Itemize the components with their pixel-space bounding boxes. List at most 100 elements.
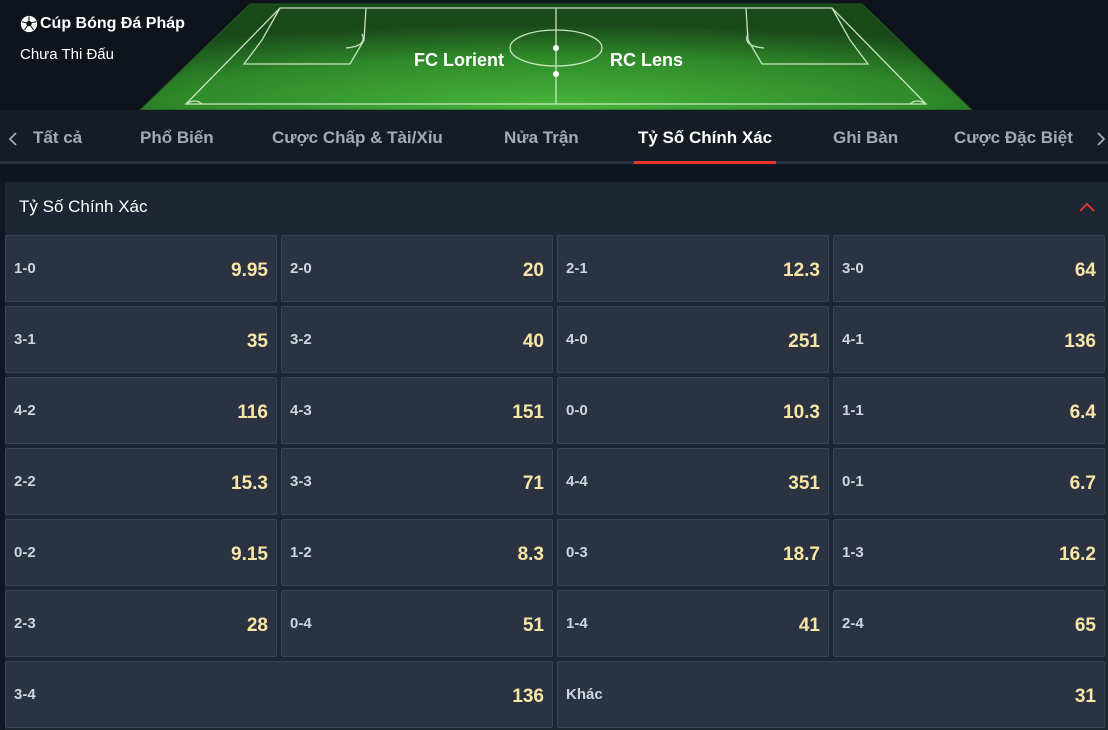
chevron-right-icon[interactable] (1094, 130, 1108, 148)
score-label: 4-1 (842, 331, 864, 348)
chevron-up-icon[interactable] (1078, 200, 1096, 214)
market-tabs: Tất cả Phổ Biến Cược Chấp & Tài/Xỉu Nửa … (0, 110, 1108, 164)
odds-cell[interactable]: 0-0 10.3 (557, 377, 829, 444)
odds-value: 15.3 (231, 473, 268, 494)
score-label: 2-1 (566, 260, 588, 277)
odds-cell[interactable]: 3-3 71 (281, 448, 553, 515)
soccer-ball-icon (20, 15, 38, 33)
score-label: 4-4 (566, 473, 588, 490)
odds-cell[interactable]: 1-1 6.4 (833, 377, 1105, 444)
score-label: 1-0 (14, 260, 36, 277)
section-title: Tỷ Số Chính Xác (19, 197, 148, 216)
score-label: 0-0 (566, 402, 588, 419)
odds-cell[interactable]: 3-0 64 (833, 235, 1105, 302)
odds-value: 136 (512, 686, 544, 707)
match-status: Chưa Thi Đấu (20, 46, 114, 63)
odds-cell[interactable]: 1-0 9.95 (5, 235, 277, 302)
odds-value: 31 (1074, 686, 1096, 707)
odds-value: 51 (522, 615, 544, 636)
score-label: 1-2 (290, 544, 312, 561)
tab-all[interactable]: Tất cả (33, 128, 82, 148)
odds-value: 41 (798, 615, 820, 636)
score-label: 0-2 (14, 544, 36, 561)
odds-value: 64 (1074, 260, 1096, 281)
score-label: 0-3 (566, 544, 588, 561)
home-team: FC Lorient (414, 50, 504, 70)
tab-handicap-overunder[interactable]: Cược Chấp & Tài/Xỉu (272, 128, 443, 148)
odds-grid: 1-0 9.95 2-0 20 2-1 12.3 3-0 64 3-1 35 3-2 40 4-0 251… (5, 235, 1108, 728)
odds-value: 65 (1074, 615, 1096, 636)
odds-cell[interactable]: Khác 31 (557, 661, 1105, 728)
tab-popular[interactable]: Phổ Biến (140, 128, 214, 148)
odds-cell[interactable]: 4-1 136 (833, 306, 1105, 373)
odds-value: 351 (788, 473, 820, 494)
score-label: 0-4 (290, 615, 312, 632)
odds-value: 12.3 (783, 260, 820, 281)
odds-value: 18.7 (783, 544, 820, 565)
score-label: 1-4 (566, 615, 588, 632)
odds-value: 251 (788, 331, 820, 352)
tab-special-bets[interactable]: Cược Đặc Biệt (954, 128, 1073, 148)
odds-cell[interactable]: 1-2 8.3 (281, 519, 553, 586)
odds-cell[interactable]: 2-1 12.3 (557, 235, 829, 302)
odds-value: 8.3 (517, 544, 544, 565)
odds-value: 151 (512, 402, 544, 423)
score-label: 2-3 (14, 615, 36, 632)
odds-value: 9.15 (231, 544, 268, 565)
odds-cell[interactable]: 0-2 9.15 (5, 519, 277, 586)
odds-cell[interactable]: 2-2 15.3 (5, 448, 277, 515)
odds-cell[interactable]: 4-3 151 (281, 377, 553, 444)
score-label: 3-1 (14, 331, 36, 348)
odds-cell[interactable]: 1-3 16.2 (833, 519, 1105, 586)
odds-value: 116 (237, 402, 268, 423)
odds-value: 16.2 (1059, 544, 1096, 565)
odds-cell[interactable]: 4-0 251 (557, 306, 829, 373)
odds-value: 71 (522, 473, 544, 494)
chevron-left-icon[interactable] (6, 130, 20, 148)
score-label: 3-4 (14, 686, 36, 703)
score-label: 0-1 (842, 473, 864, 490)
odds-cell[interactable]: 2-3 28 (5, 590, 277, 657)
score-label: 4-3 (290, 402, 312, 419)
match-header: Cúp Bóng Đá Pháp Chưa Thi Đấu FC Lorient… (0, 0, 1108, 110)
score-label: 2-0 (290, 260, 312, 277)
score-label: Khác (566, 686, 603, 703)
odds-cell[interactable]: 4-4 351 (557, 448, 829, 515)
odds-cell[interactable]: 0-4 51 (281, 590, 553, 657)
score-label: 3-2 (290, 331, 312, 348)
odds-value: 9.95 (231, 260, 268, 281)
score-label: 1-3 (842, 544, 864, 561)
odds-cell[interactable]: 3-4 136 (5, 661, 553, 728)
score-label: 2-2 (14, 473, 36, 490)
odds-cell[interactable]: 3-2 40 (281, 306, 553, 373)
score-label: 4-2 (14, 402, 36, 419)
odds-cell[interactable]: 1-4 41 (557, 590, 829, 657)
odds-value: 40 (522, 331, 544, 352)
score-label: 2-4 (842, 615, 864, 632)
score-label: 4-0 (566, 331, 588, 348)
odds-value: 6.7 (1069, 473, 1096, 494)
section-header[interactable]: Tỷ Số Chính Xác (5, 182, 1108, 232)
odds-value: 136 (1064, 331, 1096, 352)
correct-score-section: Tỷ Số Chính Xác 1-0 9.95 2-0 20 2-1 12.3 3-0 64… (5, 182, 1108, 730)
away-team: RC Lens (610, 50, 684, 70)
odds-value: 35 (246, 331, 268, 352)
score-label: 1-1 (842, 402, 864, 419)
odds-cell[interactable]: 4-2 116 (5, 377, 277, 444)
tab-correct-score[interactable]: Tỷ Số Chính Xác (633, 128, 777, 164)
tab-half-time[interactable]: Nửa Trận (504, 128, 579, 148)
odds-cell[interactable]: 3-1 35 (5, 306, 277, 373)
odds-value: 10.3 (783, 402, 820, 423)
odds-value: 20 (522, 260, 544, 281)
score-label: 3-3 (290, 473, 312, 490)
odds-cell[interactable]: 0-1 6.7 (833, 448, 1105, 515)
score-label: 3-0 (842, 260, 864, 277)
odds-value: 6.4 (1069, 402, 1096, 423)
league-name: Cúp Bóng Đá Pháp (40, 15, 185, 32)
tab-scorer[interactable]: Ghi Bàn (833, 128, 898, 148)
odds-value: 28 (246, 615, 268, 636)
league-title: Cúp Bóng Đá Pháp (20, 15, 185, 33)
odds-cell[interactable]: 0-3 18.7 (557, 519, 829, 586)
odds-cell[interactable]: 2-4 65 (833, 590, 1105, 657)
odds-cell[interactable]: 2-0 20 (281, 235, 553, 302)
